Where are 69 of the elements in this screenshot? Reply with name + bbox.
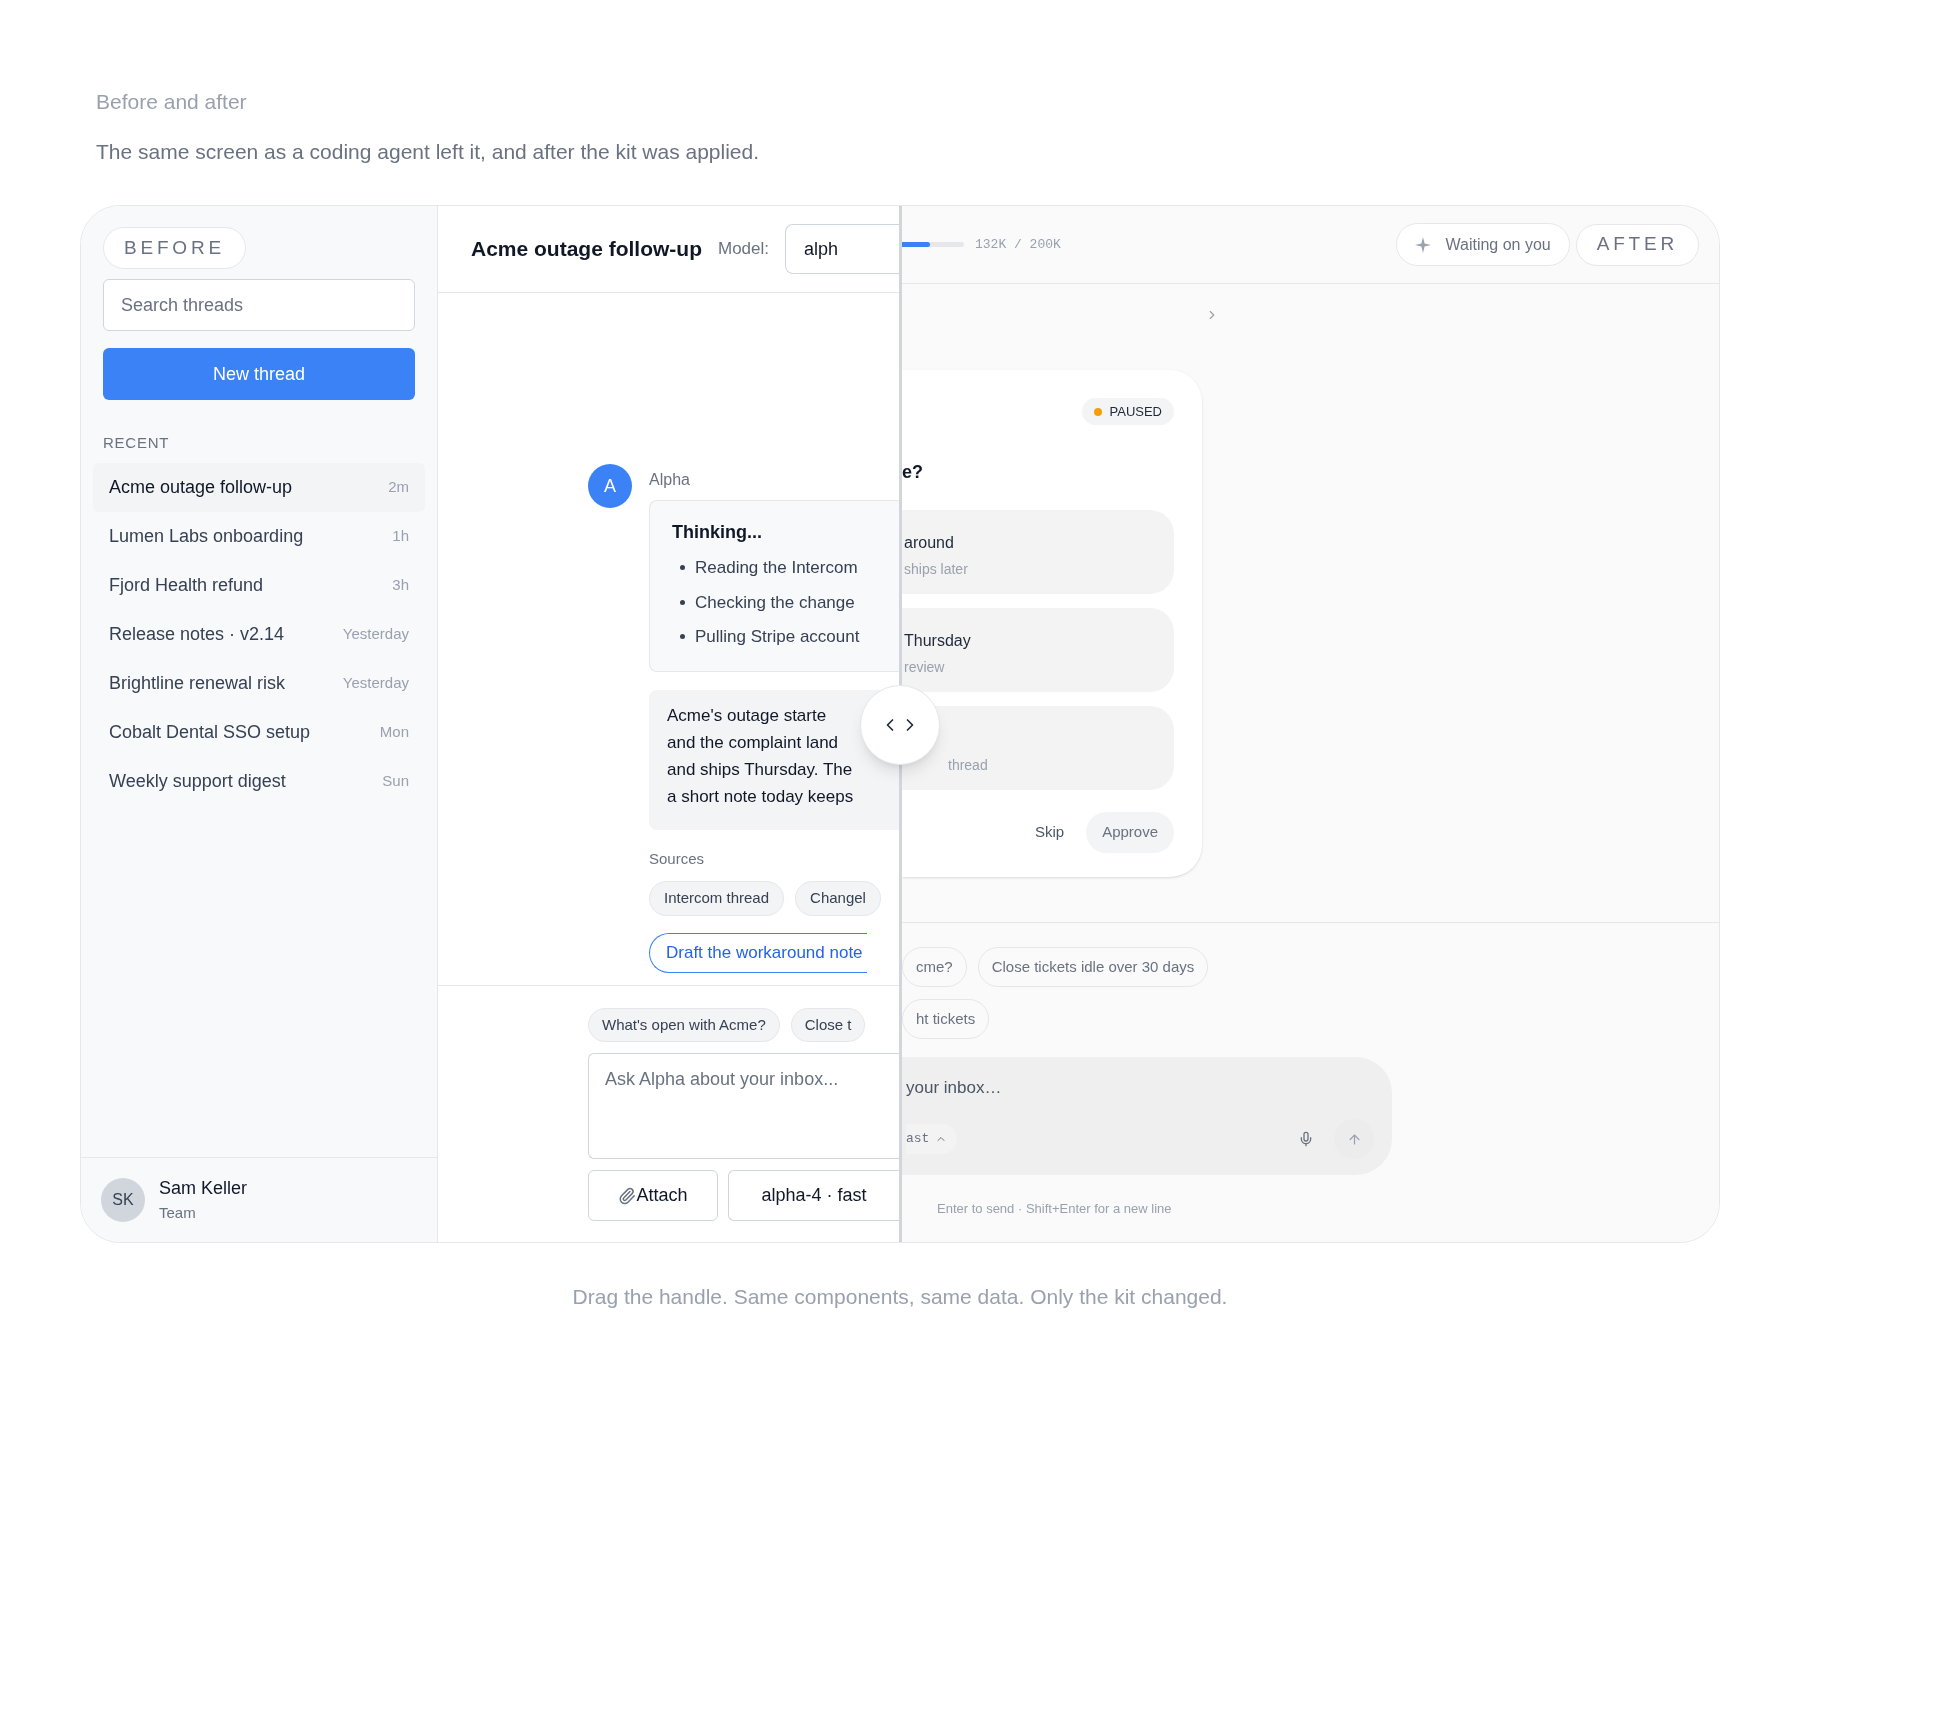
thread-title: Lumen Labs onboarding — [109, 524, 304, 548]
question-title: e? — [902, 461, 924, 484]
thread-item[interactable]: Fjord Health refund 3h — [93, 560, 425, 610]
message-input[interactable]: your inbox… ast — [902, 1057, 1392, 1175]
option-title: Thursday — [904, 631, 972, 651]
thinking-step: Pulling Stripe account — [695, 624, 860, 650]
bullet-icon — [680, 599, 685, 605]
search-field[interactable]: Search threads — [103, 279, 415, 331]
message-input[interactable]: Ask Alpha about your inbox... — [588, 1053, 899, 1159]
model-label: Model: — [718, 238, 770, 261]
thread-title: Weekly support digest — [109, 769, 286, 793]
thinking-step: Checking the change — [695, 589, 855, 615]
sources-label: Sources — [649, 849, 706, 869]
bullet-icon — [680, 634, 685, 640]
option-detail: thread — [948, 756, 989, 775]
new-thread-button[interactable]: New thread — [103, 348, 415, 400]
thread-item[interactable]: Lumen Labs onboarding 1h — [93, 511, 425, 561]
option-detail: review — [904, 658, 946, 677]
thread-time: Mon — [379, 721, 409, 742]
thread-time: 1h — [392, 525, 409, 546]
status-text: Waiting on you — [1445, 234, 1551, 255]
input-hint: Enter to send · Shift+Enter for a new line — [937, 1200, 1173, 1218]
bullet-icon — [680, 565, 685, 571]
thread-item[interactable]: Acme outage follow-up 2m — [93, 462, 425, 512]
section-label: RECENT — [103, 433, 171, 453]
skip-button[interactable]: Skip — [1034, 821, 1065, 844]
thread-title: Fjord Health refund — [109, 573, 264, 597]
thread-time: 3h — [392, 574, 409, 595]
thread-item[interactable]: Weekly support digest Sun — [93, 756, 425, 806]
option-card[interactable]: around ships later — [902, 510, 1174, 594]
context-reading: 132K / 200K — [975, 235, 1061, 254]
thread-title: Release notes · v2.14 — [109, 622, 285, 646]
thread-time: 2m — [388, 476, 409, 497]
thread-title: Acme outage follow-up — [109, 475, 293, 499]
author-name: Alpha — [649, 470, 691, 490]
caption: Drag the handle. Same components, same data. Only the kit changed. — [572, 1284, 1228, 1310]
source-chip[interactable]: Intercom thread — [649, 880, 785, 916]
suggestion-chip[interactable]: What's open with Acme? — [588, 1008, 780, 1042]
section-subtitle: The same screen as a coding agent left it, and after the kit was applied. — [96, 138, 761, 165]
microphone-icon — [1298, 1131, 1314, 1147]
avatar-icon: A — [588, 464, 632, 508]
source-chip[interactable]: Changel — [795, 880, 881, 916]
thread-item[interactable]: Brightline renewal risk Yesterday — [93, 658, 425, 708]
thread-time: Yesterday — [342, 623, 409, 644]
thread-item[interactable]: Cobalt Dental SSO setup Mon — [93, 707, 425, 757]
thread-time: Yesterday — [342, 672, 409, 693]
section-title: Before and after — [96, 89, 248, 115]
option-detail: ships later — [904, 560, 969, 579]
thread-time: Sun — [382, 770, 409, 791]
attach-button[interactable]: Attach — [588, 1170, 718, 1221]
thread-title: Brightline renewal risk — [109, 671, 286, 695]
option-card[interactable]: Thursday review — [902, 608, 1174, 692]
thread-title: Cobalt Dental SSO setup — [109, 720, 311, 744]
before-label: BEFORE — [103, 227, 246, 269]
model-chip[interactable]: ast — [906, 1124, 958, 1154]
suggestion-chip[interactable]: Close t — [790, 1008, 866, 1042]
paperclip-icon — [618, 1186, 637, 1205]
thread-heading: Acme outage follow-up — [471, 236, 702, 263]
status-badge: PAUSED — [1081, 398, 1174, 425]
thinking-title: Thinking... — [672, 521, 763, 544]
avatar-icon: SK — [101, 1178, 145, 1222]
answer-text: Acme's outage starte and the complaint land and ships Thursday. The a short note today keeps — [667, 705, 855, 808]
sparkle-icon — [1415, 236, 1432, 253]
thinking-step: Reading the Intercom — [695, 555, 858, 581]
after-label: AFTER — [1575, 223, 1699, 266]
user-name: Sam Keller — [159, 1177, 248, 1201]
thread-item[interactable]: Release notes · v2.14 Yesterday — [93, 609, 425, 659]
user-role: Team — [159, 1203, 197, 1224]
option-title: around — [904, 533, 955, 553]
